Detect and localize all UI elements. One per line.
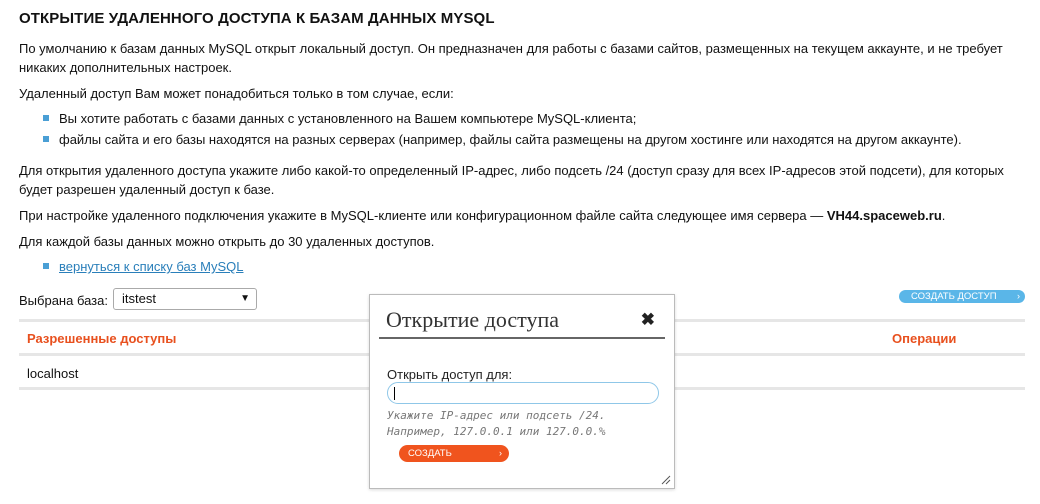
server-text: При настройке удаленного подключения ука… [19,206,1025,225]
intro-text: По умолчанию к базам данных MySQL открыт… [19,41,1003,75]
submit-create-label: СОЗДАТЬ [408,448,452,459]
server-name: VH44.spaceweb.ru [826,208,942,223]
chevron-right-icon: › [499,448,502,458]
table-row: localhost [27,366,79,381]
column-header-access: Разрешенные доступы [27,331,177,346]
db-select[interactable]: itstest ▼ [113,288,257,310]
db-select-label: Выбрана база: [19,293,108,308]
db-select-value: itstest [122,291,156,306]
resize-handle-icon[interactable] [661,475,671,485]
ip-info-text: Для открытия удаленного доступа укажите … [19,163,1004,197]
chevron-right-icon: › [1017,291,1020,301]
submit-create-button[interactable]: СОЗДАТЬ › [399,445,509,462]
access-for-label: Открыть доступ для: [387,367,513,382]
back-link-list: вернуться к списку баз MySQL [43,256,243,277]
page-title: ОТКРЫТИЕ УДАЛЕННОГО ДОСТУПА К БАЗАМ ДАНН… [19,10,495,27]
chevron-down-icon: ▼ [240,293,250,304]
server-dot: . [941,208,946,223]
list-item: файлы сайта и его базы находятся на разн… [43,129,962,150]
create-access-button[interactable]: СОЗДАТЬ ДОСТУП › [899,290,1025,303]
ip-hint-example: Например, 127.0.0.1 или 127.0.0.% [387,425,606,438]
dialog-header: Открытие доступа ✖ [379,303,665,339]
remote-need-text: Удаленный доступ Вам может понадобиться … [19,86,454,101]
list-item: вернуться к списку баз MySQL [43,256,243,277]
open-access-dialog: Открытие доступа ✖ Открыть доступ для: У… [369,294,675,489]
ip-hint: Укажите IP-адрес или подсеть /24. Наприм… [387,408,647,440]
create-access-label: СОЗДАТЬ ДОСТУП [911,291,997,302]
dialog-title: Открытие доступа [386,307,559,332]
ip-hint-line: Укажите IP-адрес или подсеть /24. [387,409,606,422]
close-icon[interactable]: ✖ [641,311,655,328]
ip-address-input[interactable] [387,382,659,404]
text-cursor [394,387,395,400]
back-to-list-link[interactable]: вернуться к списку баз MySQL [59,259,243,274]
column-header-operations: Операции [892,331,957,346]
list-item: Вы хотите работать с базами данных с уст… [43,108,962,129]
server-text-prefix: При настройке удаленного подключения ука… [19,208,824,223]
limit-text: Для каждой базы данных можно открыть до … [19,234,435,249]
conditions-list: Вы хотите работать с базами данных с уст… [43,108,962,150]
